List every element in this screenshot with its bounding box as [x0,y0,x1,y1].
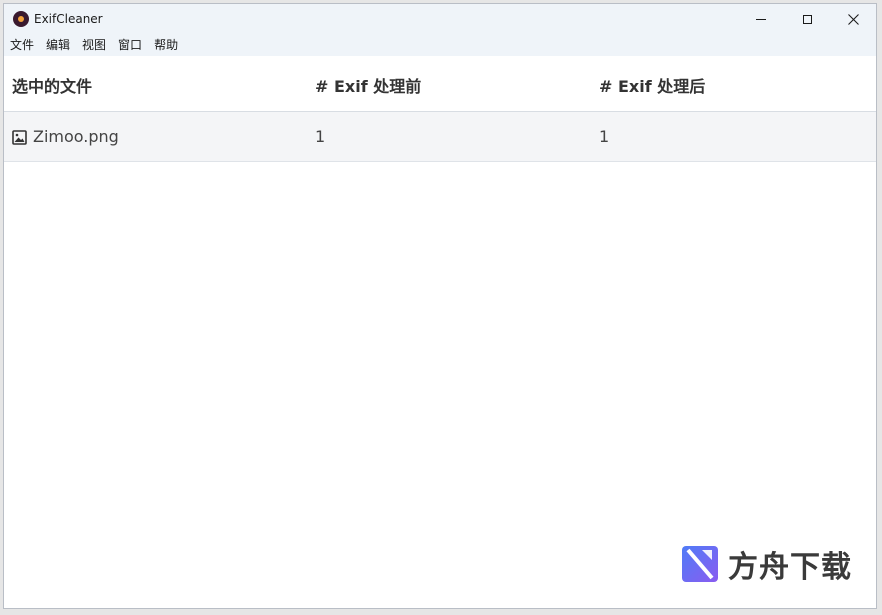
header-selected-files: 选中的文件 [12,77,93,96]
close-icon [847,13,859,25]
menu-window[interactable]: 窗口 [112,36,148,54]
watermark: 方舟下载 [680,542,852,586]
table-row[interactable]: Zimoo.png 1 1 [4,112,876,162]
minimize-button[interactable] [738,4,784,34]
fangzhou-logo-icon [682,546,718,582]
menu-view[interactable]: 视图 [76,36,112,54]
header-exif-before: # Exif 处理前 [315,77,422,96]
exif-before-value: 1 [315,127,326,146]
menu-file[interactable]: 文件 [4,36,40,54]
app-icon [13,11,29,27]
image-icon [12,129,27,145]
close-button[interactable] [830,4,876,34]
file-cell: Zimoo.png [12,126,119,148]
window-title: ExifCleaner [34,12,103,26]
menu-bar: 文件 编辑 视图 窗口 帮助 [4,34,876,56]
table-header: 选中的文件 # Exif 处理前 # Exif 处理后 [4,56,876,112]
maximize-icon [802,14,812,24]
app-window: ExifCleaner 文件 编辑 视图 窗口 帮助 选中的文件 # Exif … [3,3,877,609]
menu-help[interactable]: 帮助 [148,36,184,54]
watermark-text: 方舟下载 [728,550,852,585]
file-name: Zimoo.png [33,127,119,146]
title-bar[interactable]: ExifCleaner [4,4,876,34]
header-exif-after: # Exif 处理后 [599,77,706,96]
menu-edit[interactable]: 编辑 [40,36,76,54]
maximize-button[interactable] [784,4,830,34]
exif-after-value: 1 [599,127,610,146]
minimize-icon [756,18,766,20]
